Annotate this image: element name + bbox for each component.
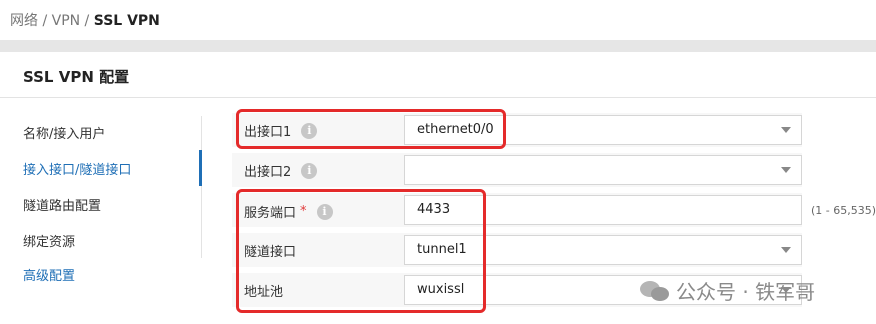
breadcrumb-path[interactable]: 网络 / VPN /: [10, 13, 94, 29]
tunnel-if-value: tunnel1: [417, 242, 467, 257]
tunnel-if-label-text: 隧道接口: [244, 245, 297, 260]
addr-pool-label: 地址池: [244, 281, 283, 300]
out-if2-label: 出接口2 i: [244, 161, 318, 180]
service-port-label-text: 服务端口: [244, 206, 297, 221]
wechat-icon: [640, 279, 670, 303]
section-separator: [0, 40, 876, 52]
info-icon[interactable]: i: [316, 203, 333, 220]
info-icon[interactable]: i: [301, 122, 318, 139]
out-if1-label-text: 出接口1: [244, 125, 292, 140]
nav-item-interfaces[interactable]: 接入接口/隧道接口: [23, 159, 131, 178]
addr-pool-label-text: 地址池: [244, 285, 284, 300]
watermark: 公众号 · 铁军哥: [640, 276, 815, 305]
service-port-input[interactable]: 4433: [404, 195, 802, 225]
out-if2-select[interactable]: [404, 155, 802, 185]
service-port-value: 4433: [417, 202, 451, 217]
nav-divider: [201, 116, 202, 258]
nav-item-advanced[interactable]: 高级配置: [23, 265, 75, 284]
out-if2-label-text: 出接口2: [244, 165, 292, 180]
tunnel-if-label: 隧道接口: [244, 241, 296, 260]
out-if1-label: 出接口1 i: [244, 121, 318, 140]
watermark-text: 公众号 · 铁军哥: [676, 280, 816, 304]
chevron-down-icon[interactable]: [781, 247, 791, 253]
addr-pool-value: wuxissl: [417, 282, 465, 297]
chevron-down-icon[interactable]: [781, 127, 791, 133]
nav-active-indicator: [199, 150, 202, 186]
info-icon[interactable]: i: [301, 162, 318, 179]
required-mark: *: [300, 204, 307, 219]
service-port-range: (1 - 65,535): [811, 204, 876, 217]
service-port-label: 服务端口 * i: [244, 202, 333, 221]
top-bar: 网络 / VPN / SSL VPN: [0, 0, 876, 40]
panel-title: SSL VPN 配置: [23, 68, 130, 86]
chevron-down-icon[interactable]: [781, 167, 791, 173]
out-if1-value: ethernet0/0: [417, 122, 494, 137]
breadcrumb-current: SSL VPN: [93, 13, 160, 29]
tunnel-if-select[interactable]: tunnel1: [404, 235, 802, 265]
breadcrumb: 网络 / VPN / SSL VPN: [10, 10, 160, 30]
out-if1-select[interactable]: ethernet0/0: [404, 115, 802, 145]
nav-item-name-users[interactable]: 名称/接入用户: [23, 123, 105, 142]
nav-item-bind-resources[interactable]: 绑定资源: [23, 231, 75, 250]
nav-item-tunnel-routes[interactable]: 隧道路由配置: [23, 195, 101, 214]
title-divider: [0, 97, 876, 98]
